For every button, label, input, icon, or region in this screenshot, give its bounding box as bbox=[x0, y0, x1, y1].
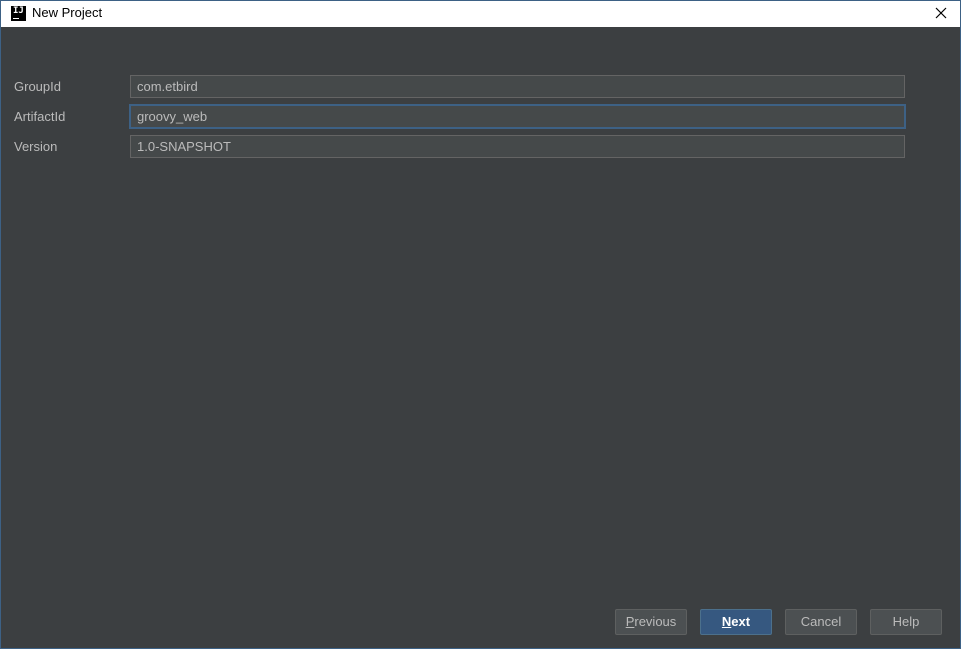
close-icon[interactable] bbox=[930, 3, 952, 25]
previous-button[interactable]: Previous bbox=[615, 609, 687, 635]
window-title: New Project bbox=[32, 5, 103, 20]
version-label: Version bbox=[14, 139, 58, 154]
previous-label-rest: revious bbox=[634, 614, 677, 629]
help-button[interactable]: Help bbox=[870, 609, 942, 635]
intellij-app-icon: IJ bbox=[11, 6, 26, 21]
next-label-rest: ext bbox=[731, 614, 751, 629]
dialog-content: GroupId ArtifactId Version Previous Next… bbox=[2, 27, 959, 646]
artifact-id-label: ArtifactId bbox=[14, 109, 66, 124]
title-bar: IJ New Project bbox=[1, 1, 960, 27]
group-id-row: GroupId bbox=[2, 75, 959, 99]
new-project-dialog: IJ New Project GroupId ArtifactId Versio… bbox=[0, 0, 961, 649]
version-row: Version bbox=[2, 135, 959, 159]
next-button[interactable]: Next bbox=[700, 609, 772, 635]
group-id-input[interactable] bbox=[130, 75, 905, 98]
cancel-button[interactable]: Cancel bbox=[785, 609, 857, 635]
group-id-label: GroupId bbox=[14, 79, 61, 94]
next-mnemonic: N bbox=[721, 614, 732, 629]
artifact-id-row: ArtifactId bbox=[2, 105, 959, 129]
version-input[interactable] bbox=[130, 135, 905, 158]
artifact-id-input[interactable] bbox=[130, 105, 905, 128]
